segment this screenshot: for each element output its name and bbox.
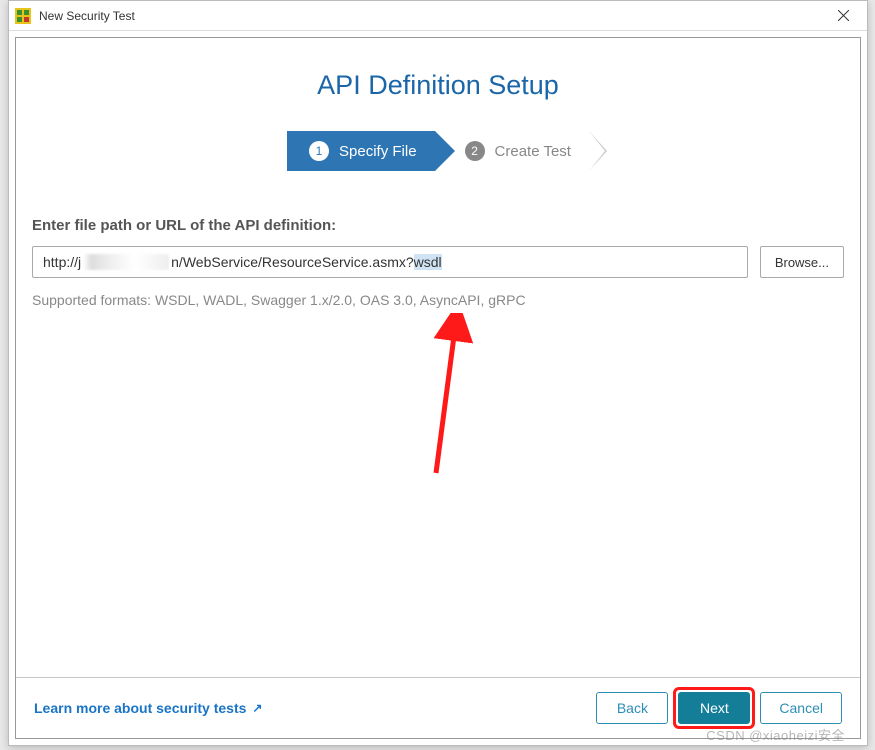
- browse-button[interactable]: Browse...: [760, 246, 844, 278]
- page-title: API Definition Setup: [16, 48, 860, 131]
- window-title: New Security Test: [39, 9, 823, 23]
- dialog-content-frame: API Definition Setup 1 Specify File 2 Cr…: [15, 37, 861, 739]
- supported-formats-text: Supported formats: WSDL, WADL, Swagger 1…: [32, 292, 844, 308]
- url-input-row: http://j n/WebService/ResourceService.asm…: [32, 246, 844, 278]
- dialog-content: API Definition Setup 1 Specify File 2 Cr…: [16, 38, 860, 677]
- url-text-selected: wsdl: [414, 254, 442, 270]
- form-area: Enter file path or URL of the API defini…: [16, 217, 860, 308]
- cancel-button[interactable]: Cancel: [760, 692, 842, 724]
- learn-more-link[interactable]: Learn more about security tests ↗: [34, 700, 262, 716]
- next-button[interactable]: Next: [678, 692, 750, 724]
- learn-more-text: Learn more about security tests: [34, 700, 246, 716]
- url-input[interactable]: http://j n/WebService/ResourceService.asm…: [32, 246, 748, 278]
- wizard-step-specify-file[interactable]: 1 Specify File: [287, 131, 435, 171]
- close-icon: [838, 10, 849, 21]
- wizard-step-create-test[interactable]: 2 Create Test: [435, 131, 589, 171]
- dialog-footer: Learn more about security tests ↗ Back N…: [16, 677, 860, 738]
- annotation-arrow: [421, 313, 481, 483]
- url-text-mid: n/WebService/ResourceService.asmx?: [171, 254, 414, 270]
- step-label-1: Specify File: [339, 143, 417, 160]
- titlebar: New Security Test: [9, 1, 867, 31]
- close-button[interactable]: [823, 2, 863, 30]
- url-field-label: Enter file path or URL of the API defini…: [32, 217, 844, 234]
- dialog-window: New Security Test API Definition Setup 1…: [8, 0, 868, 746]
- step-label-2: Create Test: [495, 143, 571, 160]
- next-button-wrap: Next: [678, 692, 750, 724]
- step-number-1: 1: [309, 141, 329, 161]
- wizard-breadcrumb: 1 Specify File 2 Create Test: [16, 131, 860, 171]
- external-link-icon: ↗: [252, 701, 262, 715]
- url-text-redacted: [83, 254, 169, 270]
- back-button[interactable]: Back: [596, 692, 668, 724]
- url-text-prefix: http://j: [43, 254, 81, 270]
- step-number-2: 2: [465, 141, 485, 161]
- app-icon: [15, 8, 31, 24]
